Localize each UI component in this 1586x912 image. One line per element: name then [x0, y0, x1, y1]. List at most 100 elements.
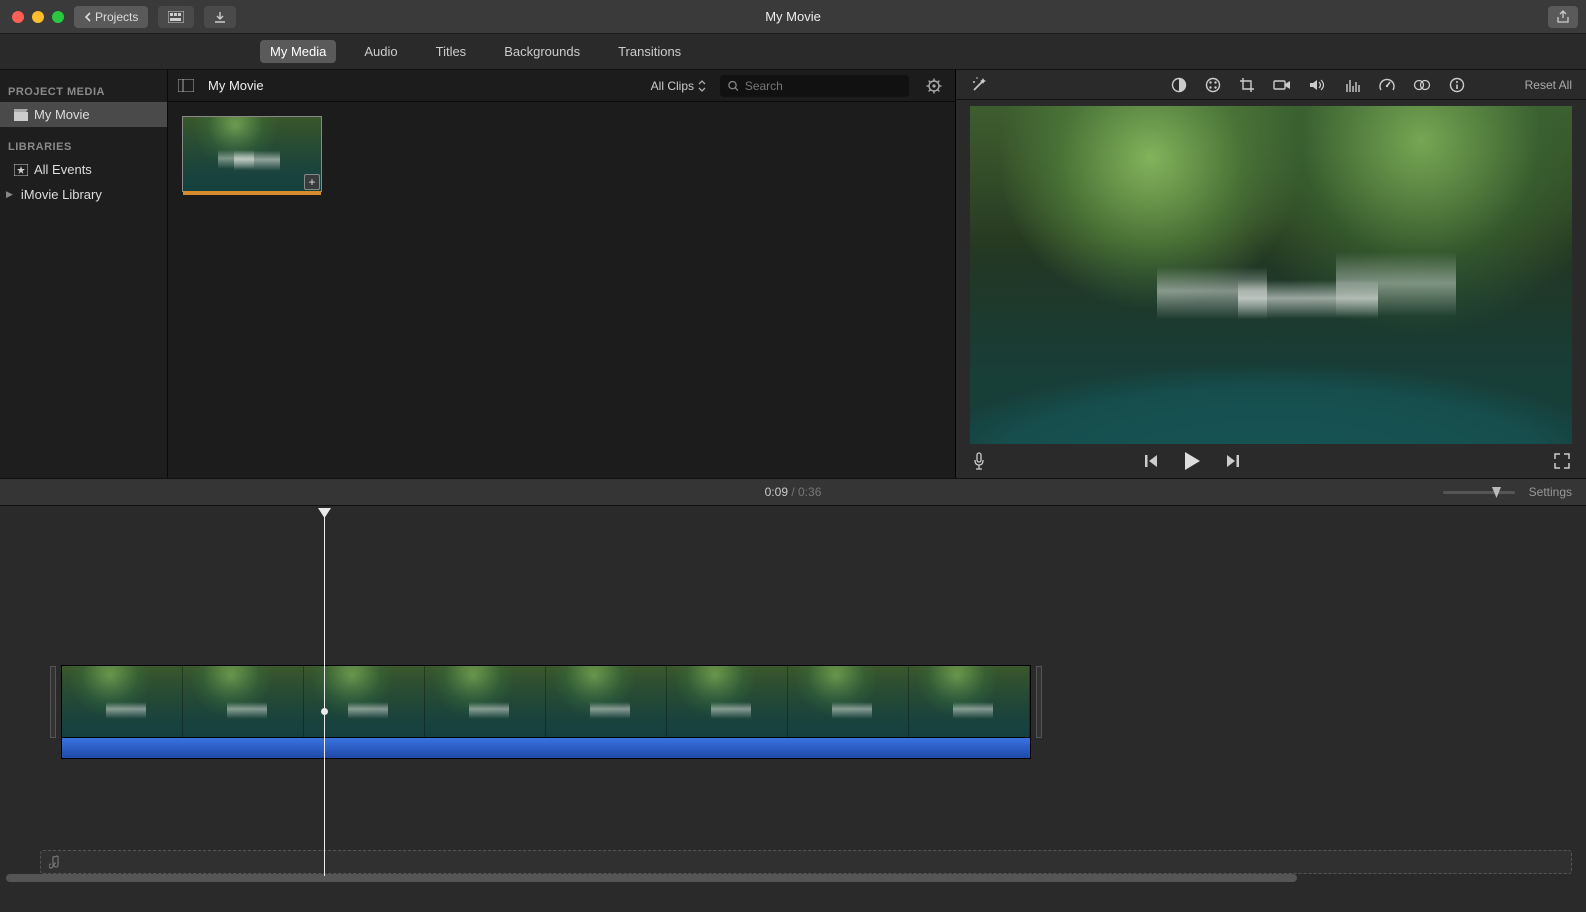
overlap-circles-icon [1413, 78, 1431, 92]
equalizer-icon [1345, 78, 1361, 92]
updown-arrows-icon [698, 80, 706, 92]
playback-bar [956, 444, 1586, 478]
background-music-well[interactable] [40, 850, 1572, 874]
skip-back-button[interactable] [1143, 454, 1159, 468]
back-label: Projects [95, 10, 138, 24]
clip-frame [304, 666, 425, 738]
media-browser: My Movie All Clips + [168, 70, 956, 478]
timeline-video-clip[interactable] [62, 666, 1030, 738]
color-balance-button[interactable] [1171, 77, 1187, 93]
disclosure-triangle-icon[interactable]: ▶ [6, 189, 13, 200]
clip-frame [425, 666, 546, 738]
search-icon [728, 80, 739, 92]
zoom-window-button[interactable] [52, 11, 64, 23]
magic-wand-icon [970, 76, 988, 94]
current-time: 0:09 [765, 485, 788, 499]
sidebar-project-label: My Movie [34, 107, 90, 122]
project-media-heading: PROJECT MEDIA [0, 80, 167, 102]
palette-icon [1205, 77, 1221, 93]
import-button[interactable] [204, 6, 236, 28]
timeline-audio-track[interactable] [62, 738, 1030, 758]
skip-forward-button[interactable] [1225, 454, 1241, 468]
clips-filter-label: All Clips [651, 79, 694, 93]
media-clip-thumbnail[interactable]: + [182, 116, 322, 192]
stabilization-button[interactable] [1273, 78, 1291, 92]
search-input[interactable] [745, 79, 901, 93]
browser-body: + [168, 102, 955, 478]
color-correction-button[interactable] [1205, 77, 1221, 93]
play-icon [1183, 451, 1201, 471]
back-to-projects-button[interactable]: Projects [74, 6, 148, 28]
fullscreen-button[interactable] [1554, 453, 1570, 469]
chevron-left-icon [84, 12, 91, 22]
crop-icon [1239, 77, 1255, 93]
video-preview[interactable] [970, 106, 1572, 444]
speedometer-icon [1379, 77, 1395, 93]
timeline-zoom-slider[interactable] [1443, 491, 1515, 494]
timeline[interactable] [0, 506, 1586, 884]
clip-frame [546, 666, 667, 738]
share-button[interactable] [1548, 6, 1578, 28]
sidebar-toggle-icon[interactable] [178, 79, 194, 92]
noise-reduction-button[interactable] [1345, 78, 1361, 92]
tab-my-media[interactable]: My Media [260, 40, 336, 63]
clip-handle-right[interactable] [1036, 666, 1042, 738]
volume-button[interactable] [1309, 78, 1327, 92]
crop-button[interactable] [1239, 77, 1255, 93]
sidebar-item-my-movie[interactable]: My Movie [0, 102, 167, 127]
add-clip-button[interactable]: + [304, 174, 320, 190]
browser-settings-button[interactable] [923, 75, 945, 97]
search-field[interactable] [720, 75, 909, 97]
info-icon [1449, 77, 1465, 93]
project-sidebar: PROJECT MEDIA My Movie LIBRARIES All Eve… [0, 70, 168, 478]
minimize-window-button[interactable] [32, 11, 44, 23]
browser-header: My Movie All Clips [168, 70, 955, 102]
star-square-icon [14, 164, 28, 176]
libraries-heading: LIBRARIES [0, 135, 167, 157]
clip-info-button[interactable] [1449, 77, 1465, 93]
music-note-icon [49, 855, 61, 869]
tab-transitions[interactable]: Transitions [608, 40, 691, 63]
timeline-scrollbar[interactable] [6, 874, 1580, 882]
media-tabs-toolbar: My Media Audio Titles Backgrounds Transi… [0, 34, 1586, 70]
playhead[interactable] [324, 510, 325, 876]
time-readout: 0:09 / 0:36 [765, 485, 822, 499]
skip-back-icon [1143, 454, 1159, 468]
tab-audio[interactable]: Audio [354, 40, 407, 63]
all-events-label: All Events [34, 162, 92, 177]
timeline-header: 0:09 / 0:36 Settings [0, 478, 1586, 506]
speaker-icon [1309, 78, 1327, 92]
window-traffic-lights [12, 11, 64, 23]
timeline-settings-button[interactable]: Settings [1529, 485, 1572, 499]
gear-icon [926, 78, 942, 94]
clip-frame [62, 666, 183, 738]
window-title: My Movie [765, 9, 821, 24]
library-label: iMovie Library [21, 187, 102, 202]
play-button[interactable] [1183, 451, 1201, 471]
clip-frame [909, 666, 1030, 738]
microphone-icon [972, 452, 986, 470]
enhance-wand-button[interactable] [970, 76, 988, 94]
clips-filter-dropdown[interactable]: All Clips [651, 79, 706, 93]
close-window-button[interactable] [12, 11, 24, 23]
time-separator: / [788, 485, 798, 499]
voiceover-button[interactable] [972, 452, 986, 470]
preview-viewer: Reset All [956, 70, 1586, 478]
sidebar-item-imovie-library[interactable]: ▶ iMovie Library [0, 182, 167, 207]
view-toggle-button[interactable] [158, 6, 194, 28]
scrollbar-thumb[interactable] [6, 874, 1297, 882]
media-tab-group: My Media Audio Titles Backgrounds Transi… [260, 40, 691, 63]
download-arrow-icon [214, 11, 226, 23]
speed-button[interactable] [1379, 77, 1395, 93]
clip-handle-left[interactable] [50, 666, 56, 738]
total-time: 0:36 [798, 485, 821, 499]
tab-titles[interactable]: Titles [426, 40, 477, 63]
filmstrip-icon [168, 11, 184, 23]
sidebar-item-all-events[interactable]: All Events [0, 157, 167, 182]
clip-filter-button[interactable] [1413, 78, 1431, 92]
reset-all-button[interactable]: Reset All [1525, 78, 1572, 92]
camera-icon [1273, 78, 1291, 92]
tab-backgrounds[interactable]: Backgrounds [494, 40, 590, 63]
clip-frame [788, 666, 909, 738]
half-circle-icon [1171, 77, 1187, 93]
